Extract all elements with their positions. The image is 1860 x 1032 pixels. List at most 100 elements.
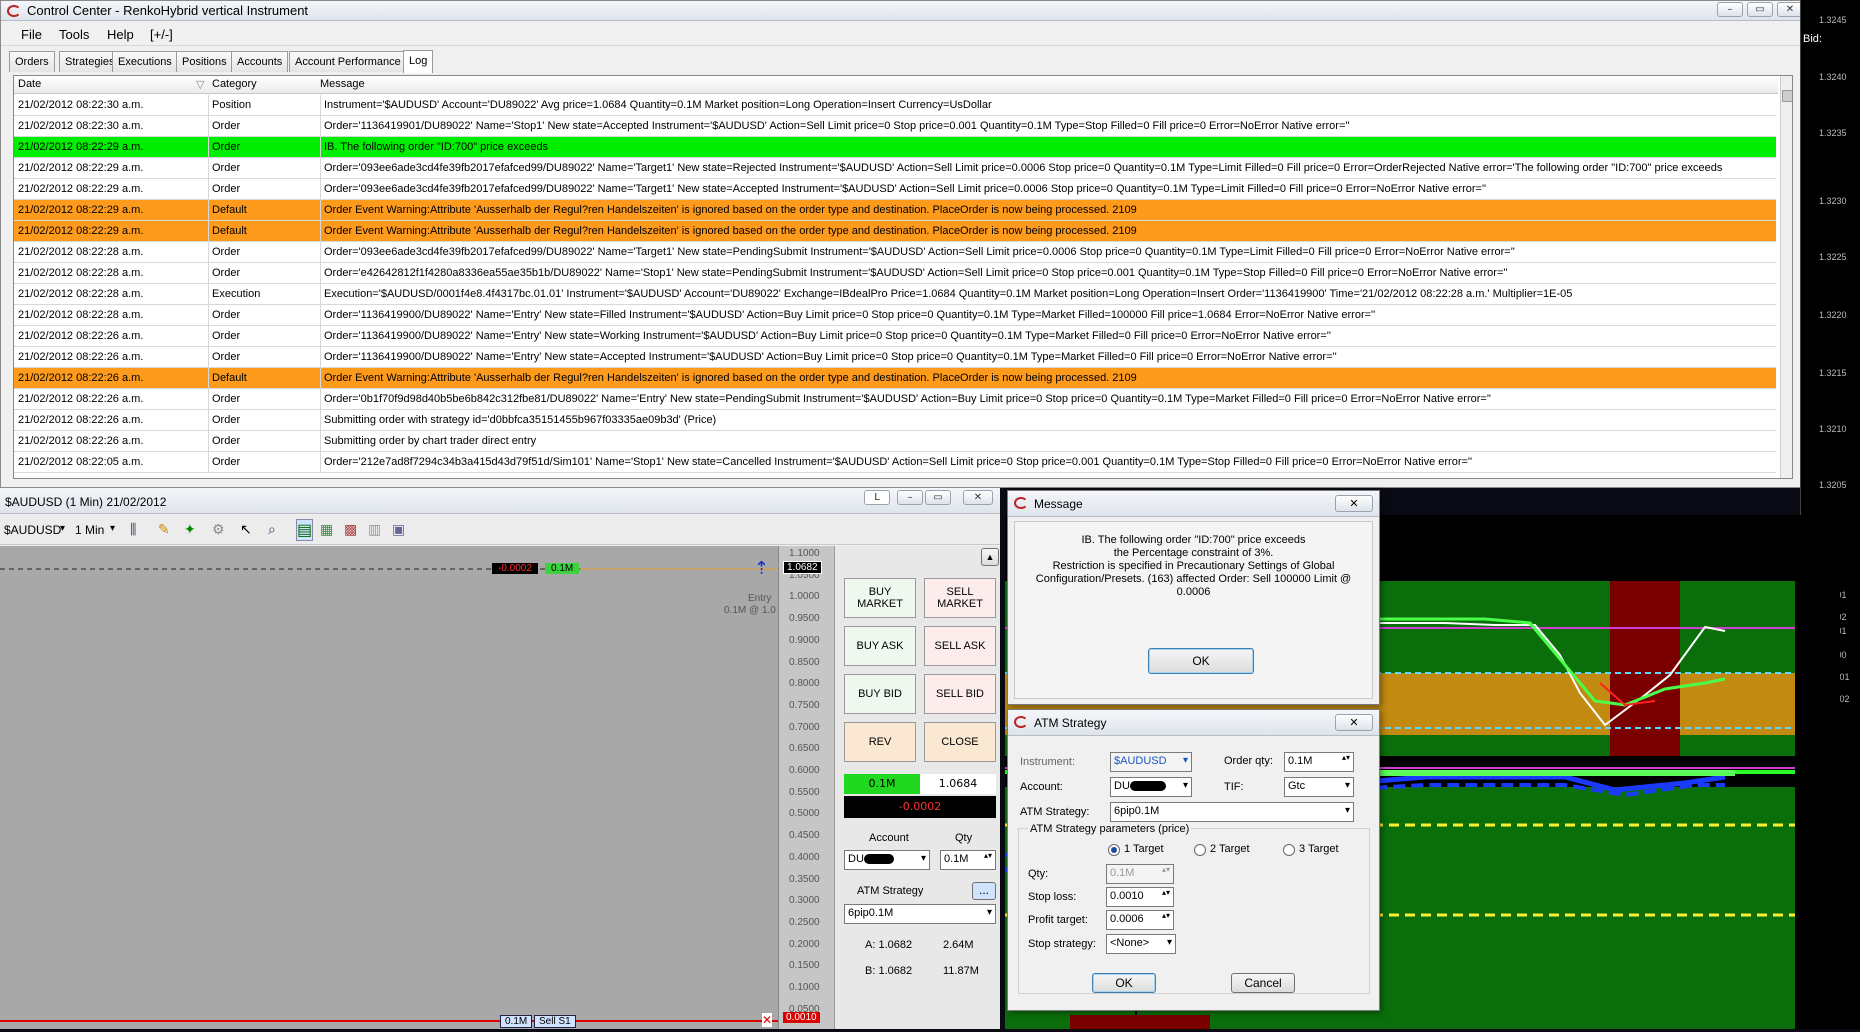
log-row[interactable]: 21/02/2012 08:22:26 a.m. Order Submitting … xyxy=(14,431,1776,452)
qty-badge[interactable]: 0.1M xyxy=(545,563,580,574)
scroll-thumb[interactable] xyxy=(1782,90,1792,102)
trader-account-select[interactable]: DU xyxy=(844,850,930,870)
sell-market-button[interactable]: SELL MARKET xyxy=(924,578,996,618)
bar-type-icon[interactable]: ⫼ xyxy=(130,521,136,538)
log-row[interactable]: 21/02/2012 08:22:26 a.m. Order Order='1136… xyxy=(14,347,1776,368)
column-header-date[interactable]: Date xyxy=(18,78,41,90)
log-date: 21/02/2012 08:22:29 a.m. xyxy=(18,162,144,174)
atm-strategy-select[interactable]: 6pip0.1M xyxy=(1110,802,1354,822)
tab-executions[interactable]: Executions xyxy=(112,51,178,72)
reverse-button[interactable]: REV xyxy=(844,722,916,762)
atm-more-button[interactable]: ... xyxy=(972,882,996,900)
atm-dialog-titlebar[interactable]: ATM Strategy ✕ xyxy=(1008,710,1379,736)
chart-titlebar[interactable]: $AUDUSD (1 Min) 21/02/2012 L – ▭ ✕ xyxy=(0,488,1000,514)
log-row[interactable]: 21/02/2012 08:22:26 a.m. Order Order='1136… xyxy=(14,326,1776,347)
atm-order-qty-input[interactable]: 0.1M xyxy=(1284,752,1354,772)
buy-market-button[interactable]: BUY MARKET xyxy=(844,578,916,618)
tab-positions[interactable]: Positions xyxy=(176,51,233,72)
log-row[interactable]: 21/02/2012 08:22:29 a.m. Default Order Eve… xyxy=(14,200,1776,221)
stop-loss-input[interactable]: 0.0010 xyxy=(1106,887,1174,907)
sell-ask-button[interactable]: SELL ASK xyxy=(924,626,996,666)
radio-1-target[interactable] xyxy=(1108,844,1120,856)
collapse-trader-icon[interactable]: ▲ xyxy=(981,548,999,566)
log-row[interactable]: 21/02/2012 08:22:28 a.m. Order Order='1136… xyxy=(14,305,1776,326)
minimize-icon[interactable]: – xyxy=(1717,2,1743,17)
chart-close-icon[interactable]: ✕ xyxy=(963,490,993,505)
chart-maximize-icon[interactable]: ▭ xyxy=(925,490,951,505)
instrument-dropdown-icon[interactable]: ▾ xyxy=(60,523,65,534)
tab-orders[interactable]: Orders xyxy=(9,51,55,72)
log-row[interactable]: 21/02/2012 08:22:29 a.m. Default Order Eve… xyxy=(14,221,1776,242)
log-message: Order='1136419900/DU89022' Name='Entry' … xyxy=(324,330,1331,342)
atm-instrument-select[interactable]: $AUDUSD xyxy=(1110,752,1192,772)
log-row[interactable]: 21/02/2012 08:22:30 a.m. Position Instrume… xyxy=(14,95,1776,116)
atm-cancel-button[interactable]: Cancel xyxy=(1231,973,1295,993)
buy-bid-button[interactable]: BUY BID xyxy=(844,674,916,714)
radio-1-target-label[interactable]: 1 Target xyxy=(1124,843,1164,855)
chart-minimize-icon[interactable]: – xyxy=(897,490,923,505)
tiles-icon[interactable]: ▣ xyxy=(392,521,405,538)
pencil-icon[interactable]: ✎ xyxy=(158,521,170,538)
column-divider xyxy=(208,284,209,304)
stop-order-label[interactable]: Sell S1 xyxy=(534,1015,576,1028)
log-row[interactable]: 21/02/2012 08:22:28 a.m. Order Order='e426… xyxy=(14,263,1776,284)
log-row[interactable]: 21/02/2012 08:22:28 a.m. Execution Executi… xyxy=(14,284,1776,305)
buy-ask-button[interactable]: BUY ASK xyxy=(844,626,916,666)
profit-target-input[interactable]: 0.0006 xyxy=(1106,910,1174,930)
chart-trader-icon[interactable]: ▤ xyxy=(296,519,314,541)
trader-atm-select[interactable]: 6pip0.1M xyxy=(844,904,996,924)
interval-dropdown-icon[interactable]: ▾ xyxy=(110,523,115,534)
atm-qty-input[interactable]: 0.1M xyxy=(1106,864,1174,884)
instrument-selector[interactable]: $AUDUSD xyxy=(4,523,61,537)
atm-close-icon[interactable]: ✕ xyxy=(1335,714,1373,731)
control-center-titlebar[interactable]: Control Center - RenkoHybrid vertical In… xyxy=(1,1,1805,21)
message-ok-button[interactable]: OK xyxy=(1148,648,1254,674)
log-row[interactable]: 21/02/2012 08:22:29 a.m. Order IB. The fol… xyxy=(14,137,1776,158)
template-icon[interactable]: ▥ xyxy=(368,521,381,538)
column-header-category[interactable]: Category xyxy=(212,78,257,90)
stop-strategy-select[interactable]: <None> xyxy=(1106,934,1176,954)
cancel-stop-icon[interactable]: ✕ xyxy=(762,1013,773,1027)
log-row[interactable]: 21/02/2012 08:22:29 a.m. Order Order='093e… xyxy=(14,179,1776,200)
radio-3-target[interactable] xyxy=(1283,844,1295,856)
link-button[interactable]: L xyxy=(864,490,890,505)
log-row[interactable]: 21/02/2012 08:22:05 a.m. Order Order='212e… xyxy=(14,452,1776,473)
pointer-icon[interactable]: ↖ xyxy=(240,521,252,538)
radio-2-target-label[interactable]: 2 Target xyxy=(1210,843,1250,855)
menu-help[interactable]: Help xyxy=(107,27,134,42)
tif-select[interactable]: Gtc xyxy=(1284,777,1354,797)
indicator-icon[interactable]: ✦ xyxy=(184,521,196,538)
data-box-icon[interactable]: ▦ xyxy=(320,521,333,538)
close-position-button[interactable]: CLOSE xyxy=(924,722,996,762)
atm-ok-button[interactable]: OK xyxy=(1092,973,1156,993)
properties-icon[interactable]: ▩ xyxy=(344,521,357,538)
log-row[interactable]: 21/02/2012 08:22:26 a.m. Order Order='0b1f… xyxy=(14,389,1776,410)
vertical-scrollbar[interactable] xyxy=(1780,76,1792,478)
radio-3-target-label[interactable]: 3 Target xyxy=(1299,843,1339,855)
log-row[interactable]: 21/02/2012 08:22:28 a.m. Order Order='093e… xyxy=(14,242,1776,263)
log-row[interactable]: 21/02/2012 08:22:26 a.m. Order Submitting … xyxy=(14,410,1776,431)
tab-accounts[interactable]: Accounts xyxy=(231,51,289,72)
menu-toggle[interactable]: [+/-] xyxy=(150,27,173,42)
zoom-icon[interactable]: ⌕ xyxy=(268,521,276,538)
radio-2-target[interactable] xyxy=(1194,844,1206,856)
tab-log[interactable]: Log xyxy=(403,50,434,73)
sort-icon[interactable]: ▽ xyxy=(196,78,204,91)
maximize-icon[interactable]: ▭ xyxy=(1747,2,1773,17)
trader-qty-input[interactable]: 0.1M xyxy=(940,850,996,870)
message-dialog-titlebar[interactable]: Message ✕ xyxy=(1008,491,1379,517)
interval-selector[interactable]: 1 Min xyxy=(75,523,104,537)
sell-bid-button[interactable]: SELL BID xyxy=(924,674,996,714)
chart-price-area[interactable]: -0.0002 0.1M ⇡ Entry 0.1M @ 1.0 0.1M Sel… xyxy=(0,546,778,1029)
menu-file[interactable]: File xyxy=(21,27,42,42)
strategy-icon[interactable]: ⚙ xyxy=(212,521,225,538)
atm-account-select[interactable]: DU xyxy=(1110,777,1192,797)
log-row[interactable]: 21/02/2012 08:22:29 a.m. Order Order='093e… xyxy=(14,158,1776,179)
stop-qty-badge[interactable]: 0.1M xyxy=(500,1015,533,1028)
column-header-message[interactable]: Message xyxy=(320,78,365,90)
tab-account-performance[interactable]: Account Performance xyxy=(289,51,407,72)
message-close-icon[interactable]: ✕ xyxy=(1335,495,1373,512)
menu-tools[interactable]: Tools xyxy=(59,27,89,42)
log-row[interactable]: 21/02/2012 08:22:26 a.m. Default Order Eve… xyxy=(14,368,1776,389)
log-row[interactable]: 21/02/2012 08:22:30 a.m. Order Order='1136… xyxy=(14,116,1776,137)
